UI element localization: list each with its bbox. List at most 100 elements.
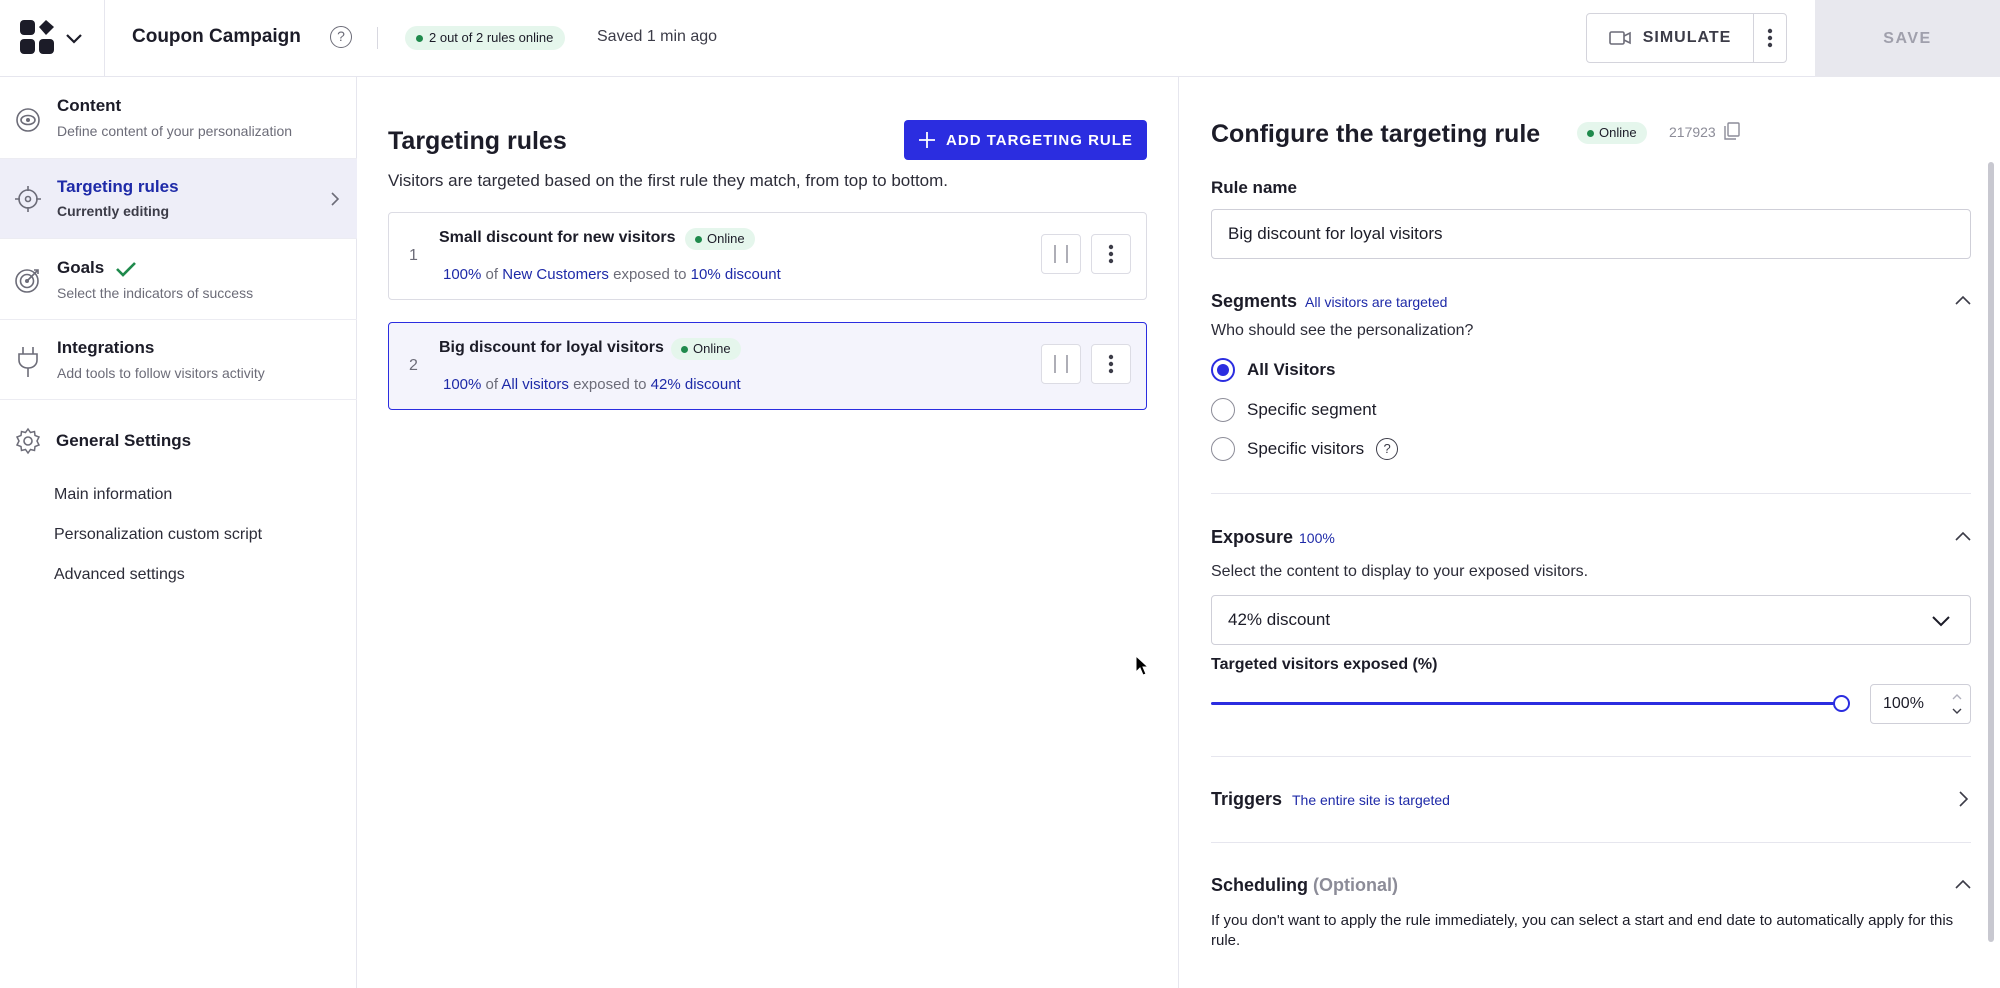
- rule-audience: New Customers: [502, 266, 609, 283]
- rule-content: 42% discount: [650, 376, 741, 393]
- simulate-button[interactable]: SIMULATE: [1586, 13, 1754, 63]
- plug-icon: [18, 347, 38, 377]
- rule-of: of: [485, 376, 499, 393]
- sidebar-item-subtitle: Define content of your personalization: [57, 123, 293, 139]
- status-badge: Online: [1577, 122, 1647, 144]
- exposure-heading[interactable]: Exposure: [1211, 527, 1293, 548]
- sidebar-item-integrations[interactable]: Integrations Add tools to follow visitor…: [0, 320, 357, 400]
- top-bar: Coupon Campaign ? 2 out of 2 rules onlin…: [0, 0, 2000, 77]
- app-logo-icon[interactable]: [18, 18, 58, 58]
- scheduling-label: Scheduling: [1211, 875, 1309, 895]
- radio-specific-segment[interactable]: Specific segment: [1211, 397, 1376, 423]
- add-targeting-rule-button[interactable]: ADD TARGETING RULE: [904, 120, 1147, 160]
- rule-content: 10% discount: [690, 266, 781, 283]
- exposure-hint: 100%: [1299, 530, 1335, 546]
- scheduling-heading[interactable]: Scheduling (Optional): [1211, 875, 1398, 896]
- rule-audience: All visitors: [501, 376, 569, 393]
- radio-button[interactable]: [1211, 398, 1235, 422]
- rule-card[interactable]: 2 Big discount for loyal visitors Online…: [388, 322, 1147, 410]
- custom-script-link[interactable]: Personalization custom script: [54, 526, 262, 544]
- segments-hint: All visitors are targeted: [1305, 294, 1448, 310]
- chevron-up-icon[interactable]: [1954, 876, 1972, 894]
- eye-target-icon: [16, 108, 40, 132]
- triggers-heading[interactable]: Triggers: [1211, 789, 1282, 810]
- stepper-icon[interactable]: [1950, 689, 1964, 719]
- more-vertical-icon: [1767, 28, 1773, 48]
- help-icon[interactable]: ?: [330, 26, 352, 48]
- rule-percent: 100%: [443, 376, 482, 393]
- add-targeting-rule-label: ADD TARGETING RULE: [946, 131, 1133, 149]
- rule-exposed: exposed to: [613, 266, 687, 283]
- help-icon[interactable]: ?: [1376, 438, 1399, 460]
- segments-question: Who should see the personalization?: [1211, 322, 1474, 339]
- exposure-percent-input[interactable]: 100%: [1870, 684, 1971, 724]
- rule-more-button[interactable]: [1091, 344, 1131, 384]
- divider: [1211, 842, 1971, 843]
- drag-handle[interactable]: [1041, 344, 1081, 384]
- sidebar-item-label: Goals: [57, 258, 105, 277]
- advanced-settings-link[interactable]: Advanced settings: [54, 566, 185, 584]
- rule-index: 1: [409, 247, 418, 264]
- divider: [1211, 756, 1971, 757]
- plus-icon: [919, 132, 936, 148]
- chevron-up-icon[interactable]: [1954, 292, 1972, 310]
- rule-card[interactable]: 1 Small discount for new visitors Online…: [388, 212, 1147, 300]
- radio-specific-visitors[interactable]: Specific visitors ?: [1211, 436, 1399, 462]
- rule-summary: 100% of All visitors exposed to 42% disc…: [443, 376, 741, 393]
- scheduling-optional: (Optional): [1313, 875, 1399, 895]
- mouse-cursor-icon: [1135, 655, 1149, 676]
- slider-label: Targeted visitors exposed (%): [1211, 656, 1438, 673]
- bullseye-icon: [15, 269, 39, 293]
- segments-heading[interactable]: Segments: [1211, 291, 1297, 312]
- sidebar-item-targeting-rules[interactable]: Targeting rules Currently editing: [0, 159, 357, 239]
- radio-label: Specific visitors: [1247, 439, 1365, 458]
- main-information-link[interactable]: Main information: [54, 486, 172, 504]
- divider: [1211, 493, 1971, 494]
- sidebar-item-subtitle: Add tools to follow visitors activity: [57, 365, 265, 381]
- drag-handle[interactable]: [1041, 234, 1081, 274]
- rule-name: Small discount for new visitors: [439, 229, 676, 246]
- rule-more-button[interactable]: [1091, 234, 1131, 274]
- scrollbar[interactable]: [1988, 162, 1994, 942]
- exposure-slider-track[interactable]: [1211, 702, 1841, 705]
- simulate-more-button[interactable]: [1753, 13, 1787, 63]
- radio-button[interactable]: [1211, 358, 1235, 382]
- rule-name-input[interactable]: [1211, 209, 1971, 259]
- check-icon: [116, 261, 136, 277]
- sidebar-item-title: Content: [57, 96, 122, 115]
- radio-all-visitors[interactable]: All Visitors: [1211, 357, 1336, 383]
- scheduling-description: If you don't want to apply the rule imme…: [1211, 912, 1954, 949]
- rule-id: 217923: [1669, 124, 1716, 140]
- sidebar-item-title: Goals: [57, 258, 137, 278]
- saved-status: Saved 1 min ago: [597, 28, 718, 45]
- chevron-up-icon[interactable]: [1954, 528, 1972, 546]
- sidebar-item-title: Targeting rules: [57, 177, 179, 196]
- radio-label: Specific segment: [1247, 400, 1377, 419]
- rules-status-badge: 2 out of 2 rules online: [405, 26, 566, 50]
- configure-rule-panel: Configure the targeting rule Online 2179…: [1178, 77, 2000, 988]
- sidebar-item-goals[interactable]: Goals Select the indicators of success: [0, 239, 357, 320]
- divider: [104, 0, 105, 77]
- drag-handle-icon: [1054, 245, 1068, 263]
- copy-icon[interactable]: [1724, 122, 1740, 140]
- sidebar-item-subtitle: Select the indicators of success: [57, 285, 254, 301]
- rule-name-label: Rule name: [1211, 178, 1297, 197]
- sidebar-item-title: Integrations: [57, 338, 155, 357]
- video-camera-icon: [1608, 31, 1631, 45]
- more-vertical-icon: [1108, 354, 1114, 374]
- content-select[interactable]: 42% discount: [1211, 595, 1971, 645]
- rule-percent: 100%: [443, 266, 482, 283]
- chevron-right-icon: [331, 192, 340, 206]
- triggers-hint: The entire site is targeted: [1292, 792, 1450, 808]
- save-button[interactable]: SAVE: [1815, 0, 2000, 77]
- divider: [377, 27, 378, 49]
- chevron-down-icon[interactable]: [64, 28, 84, 48]
- exposure-slider-thumb[interactable]: [1833, 695, 1850, 712]
- general-settings-title[interactable]: General Settings: [56, 431, 191, 451]
- sidebar-item-content[interactable]: Content Define content of your personali…: [0, 77, 357, 159]
- chevron-right-icon[interactable]: [1954, 790, 1972, 808]
- rule-name: Big discount for loyal visitors: [439, 339, 664, 356]
- configure-title: Configure the targeting rule: [1211, 120, 1541, 148]
- rule-of: of: [485, 266, 499, 283]
- radio-button[interactable]: [1211, 437, 1235, 461]
